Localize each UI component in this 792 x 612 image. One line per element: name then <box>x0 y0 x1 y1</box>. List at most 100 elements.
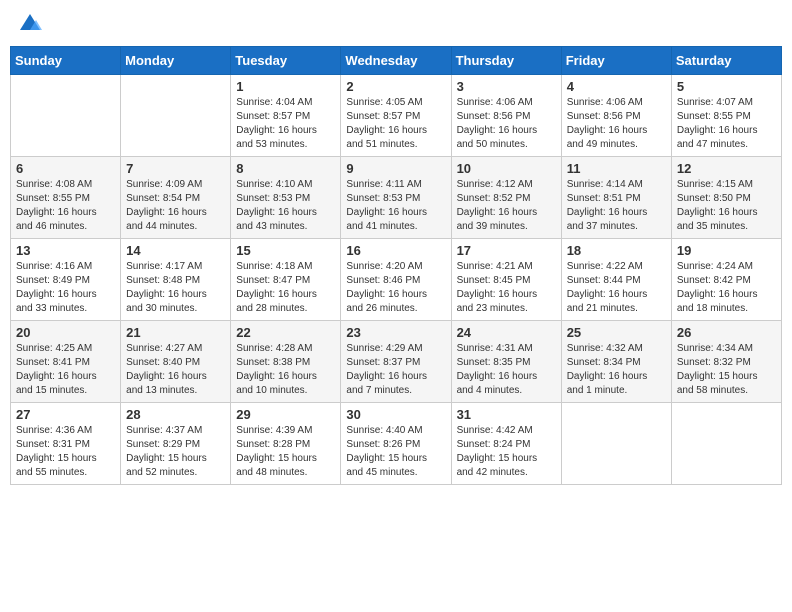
sunrise-text: Sunrise: 4:40 AM <box>346 425 422 436</box>
daylight-text: Daylight: 16 hours and 51 minutes. <box>346 125 427 150</box>
calendar-cell <box>671 403 781 485</box>
day-info: Sunrise: 4:15 AM Sunset: 8:50 PM Dayligh… <box>677 178 776 234</box>
day-info: Sunrise: 4:20 AM Sunset: 8:46 PM Dayligh… <box>346 260 445 316</box>
day-number: 21 <box>126 325 225 340</box>
sunrise-text: Sunrise: 4:17 AM <box>126 261 202 272</box>
day-number: 27 <box>16 407 115 422</box>
day-number: 30 <box>346 407 445 422</box>
sunrise-text: Sunrise: 4:06 AM <box>457 97 533 108</box>
sunset-text: Sunset: 8:56 PM <box>457 111 531 122</box>
day-number: 20 <box>16 325 115 340</box>
sunrise-text: Sunrise: 4:34 AM <box>677 343 753 354</box>
daylight-text: Daylight: 16 hours and 47 minutes. <box>677 125 758 150</box>
daylight-text: Daylight: 16 hours and 21 minutes. <box>567 289 648 314</box>
sunset-text: Sunset: 8:55 PM <box>16 193 90 204</box>
day-info: Sunrise: 4:40 AM Sunset: 8:26 PM Dayligh… <box>346 424 445 480</box>
sunrise-text: Sunrise: 4:32 AM <box>567 343 643 354</box>
calendar-week-row: 20 Sunrise: 4:25 AM Sunset: 8:41 PM Dayl… <box>11 321 782 403</box>
weekday-header-tuesday: Tuesday <box>231 47 341 75</box>
daylight-text: Daylight: 16 hours and 26 minutes. <box>346 289 427 314</box>
daylight-text: Daylight: 16 hours and 30 minutes. <box>126 289 207 314</box>
day-number: 16 <box>346 243 445 258</box>
sunrise-text: Sunrise: 4:12 AM <box>457 179 533 190</box>
day-info: Sunrise: 4:24 AM Sunset: 8:42 PM Dayligh… <box>677 260 776 316</box>
sunset-text: Sunset: 8:57 PM <box>346 111 420 122</box>
calendar-week-row: 6 Sunrise: 4:08 AM Sunset: 8:55 PM Dayli… <box>11 157 782 239</box>
sunset-text: Sunset: 8:40 PM <box>126 357 200 368</box>
calendar-cell: 3 Sunrise: 4:06 AM Sunset: 8:56 PM Dayli… <box>451 75 561 157</box>
day-info: Sunrise: 4:11 AM Sunset: 8:53 PM Dayligh… <box>346 178 445 234</box>
calendar-cell: 7 Sunrise: 4:09 AM Sunset: 8:54 PM Dayli… <box>121 157 231 239</box>
sunset-text: Sunset: 8:50 PM <box>677 193 751 204</box>
calendar-week-row: 1 Sunrise: 4:04 AM Sunset: 8:57 PM Dayli… <box>11 75 782 157</box>
day-number: 14 <box>126 243 225 258</box>
calendar-cell: 12 Sunrise: 4:15 AM Sunset: 8:50 PM Dayl… <box>671 157 781 239</box>
sunset-text: Sunset: 8:48 PM <box>126 275 200 286</box>
calendar-cell: 14 Sunrise: 4:17 AM Sunset: 8:48 PM Dayl… <box>121 239 231 321</box>
sunrise-text: Sunrise: 4:04 AM <box>236 97 312 108</box>
calendar-cell: 30 Sunrise: 4:40 AM Sunset: 8:26 PM Dayl… <box>341 403 451 485</box>
weekday-header-wednesday: Wednesday <box>341 47 451 75</box>
calendar-cell: 31 Sunrise: 4:42 AM Sunset: 8:24 PM Dayl… <box>451 403 561 485</box>
daylight-text: Daylight: 16 hours and 7 minutes. <box>346 371 427 396</box>
day-number: 19 <box>677 243 776 258</box>
day-number: 15 <box>236 243 335 258</box>
daylight-text: Daylight: 16 hours and 50 minutes. <box>457 125 538 150</box>
calendar-cell: 5 Sunrise: 4:07 AM Sunset: 8:55 PM Dayli… <box>671 75 781 157</box>
sunset-text: Sunset: 8:47 PM <box>236 275 310 286</box>
sunrise-text: Sunrise: 4:42 AM <box>457 425 533 436</box>
day-number: 7 <box>126 161 225 176</box>
sunrise-text: Sunrise: 4:06 AM <box>567 97 643 108</box>
daylight-text: Daylight: 16 hours and 37 minutes. <box>567 207 648 232</box>
day-info: Sunrise: 4:42 AM Sunset: 8:24 PM Dayligh… <box>457 424 556 480</box>
daylight-text: Daylight: 16 hours and 33 minutes. <box>16 289 97 314</box>
calendar-cell: 20 Sunrise: 4:25 AM Sunset: 8:41 PM Dayl… <box>11 321 121 403</box>
calendar-cell: 6 Sunrise: 4:08 AM Sunset: 8:55 PM Dayli… <box>11 157 121 239</box>
daylight-text: Daylight: 16 hours and 43 minutes. <box>236 207 317 232</box>
calendar-cell: 1 Sunrise: 4:04 AM Sunset: 8:57 PM Dayli… <box>231 75 341 157</box>
day-number: 10 <box>457 161 556 176</box>
daylight-text: Daylight: 15 hours and 55 minutes. <box>16 453 97 478</box>
sunset-text: Sunset: 8:52 PM <box>457 193 531 204</box>
daylight-text: Daylight: 16 hours and 35 minutes. <box>677 207 758 232</box>
day-info: Sunrise: 4:16 AM Sunset: 8:49 PM Dayligh… <box>16 260 115 316</box>
sunrise-text: Sunrise: 4:27 AM <box>126 343 202 354</box>
calendar-cell: 15 Sunrise: 4:18 AM Sunset: 8:47 PM Dayl… <box>231 239 341 321</box>
sunrise-text: Sunrise: 4:28 AM <box>236 343 312 354</box>
day-info: Sunrise: 4:12 AM Sunset: 8:52 PM Dayligh… <box>457 178 556 234</box>
sunrise-text: Sunrise: 4:16 AM <box>16 261 92 272</box>
day-info: Sunrise: 4:27 AM Sunset: 8:40 PM Dayligh… <box>126 342 225 398</box>
calendar-week-row: 13 Sunrise: 4:16 AM Sunset: 8:49 PM Dayl… <box>11 239 782 321</box>
day-number: 17 <box>457 243 556 258</box>
daylight-text: Daylight: 16 hours and 39 minutes. <box>457 207 538 232</box>
day-info: Sunrise: 4:09 AM Sunset: 8:54 PM Dayligh… <box>126 178 225 234</box>
day-info: Sunrise: 4:14 AM Sunset: 8:51 PM Dayligh… <box>567 178 666 234</box>
day-number: 29 <box>236 407 335 422</box>
day-number: 9 <box>346 161 445 176</box>
day-info: Sunrise: 4:25 AM Sunset: 8:41 PM Dayligh… <box>16 342 115 398</box>
daylight-text: Daylight: 16 hours and 53 minutes. <box>236 125 317 150</box>
day-number: 5 <box>677 79 776 94</box>
day-number: 18 <box>567 243 666 258</box>
sunrise-text: Sunrise: 4:24 AM <box>677 261 753 272</box>
calendar-cell: 17 Sunrise: 4:21 AM Sunset: 8:45 PM Dayl… <box>451 239 561 321</box>
sunset-text: Sunset: 8:44 PM <box>567 275 641 286</box>
sunset-text: Sunset: 8:46 PM <box>346 275 420 286</box>
sunset-text: Sunset: 8:53 PM <box>236 193 310 204</box>
weekday-header-saturday: Saturday <box>671 47 781 75</box>
day-number: 13 <box>16 243 115 258</box>
sunrise-text: Sunrise: 4:11 AM <box>346 179 421 190</box>
day-number: 23 <box>346 325 445 340</box>
calendar-cell: 18 Sunrise: 4:22 AM Sunset: 8:44 PM Dayl… <box>561 239 671 321</box>
calendar-cell: 27 Sunrise: 4:36 AM Sunset: 8:31 PM Dayl… <box>11 403 121 485</box>
weekday-header-thursday: Thursday <box>451 47 561 75</box>
calendar-cell <box>11 75 121 157</box>
sunset-text: Sunset: 8:29 PM <box>126 439 200 450</box>
sunset-text: Sunset: 8:56 PM <box>567 111 641 122</box>
calendar-cell: 23 Sunrise: 4:29 AM Sunset: 8:37 PM Dayl… <box>341 321 451 403</box>
day-number: 25 <box>567 325 666 340</box>
day-info: Sunrise: 4:36 AM Sunset: 8:31 PM Dayligh… <box>16 424 115 480</box>
sunrise-text: Sunrise: 4:18 AM <box>236 261 312 272</box>
sunrise-text: Sunrise: 4:09 AM <box>126 179 202 190</box>
sunset-text: Sunset: 8:57 PM <box>236 111 310 122</box>
